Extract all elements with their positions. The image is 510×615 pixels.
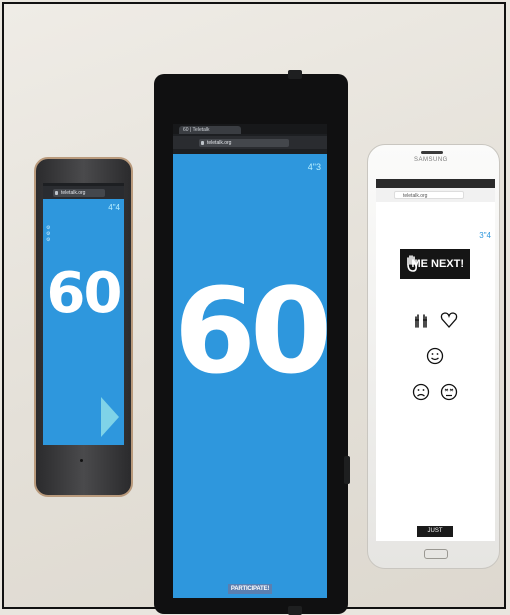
left-url-row: teletalk.org (43, 186, 124, 199)
right-url-row: teletalk.org (376, 188, 495, 202)
status-bar (376, 179, 495, 188)
tab-strip: 60 | Teletalk (173, 124, 327, 134)
right-tablet: SAMSUNG teletalk.org 3"4 ME NEXT! JUST (367, 144, 500, 569)
center-tablet: 60 | Teletalk teletalk.org 4"3 60 PARTIC… (154, 70, 350, 615)
participate-button[interactable]: PARTICIPATE! (228, 584, 272, 594)
right-url-field[interactable]: teletalk.org (394, 191, 464, 199)
center-timer: 4"3 (307, 162, 321, 172)
lock-icon (55, 191, 58, 195)
center-browser-bar: 60 | Teletalk teletalk.org (173, 124, 327, 154)
speaker-grill (421, 151, 443, 154)
clap-icon[interactable] (412, 311, 430, 329)
photo-frame: teletalk.org 4"4 ⚙⚙⚙ 60 60 | Teletalk (2, 2, 506, 615)
left-url-field[interactable]: teletalk.org (53, 189, 105, 197)
case-clip (344, 456, 350, 484)
center-count: 60 (173, 262, 327, 400)
right-timer: 3"4 (479, 231, 491, 240)
dizzy-icon[interactable] (440, 383, 458, 401)
smile-icon[interactable] (426, 347, 444, 365)
sad-icon[interactable] (412, 383, 430, 401)
center-url-field[interactable]: teletalk.org (199, 139, 289, 147)
center-tablet-screen: 60 | Teletalk teletalk.org 4"3 60 PARTIC… (173, 124, 327, 598)
left-timer: 4"4 (108, 203, 120, 212)
left-phone-screen: teletalk.org 4"4 ⚙ ⚙ ⚙ 60 (43, 183, 124, 445)
left-count: 60 (46, 261, 123, 326)
left-url-text: teletalk.org (61, 190, 86, 196)
case-clip (288, 606, 302, 615)
case-clip (288, 70, 302, 79)
right-url-text: teletalk.org (403, 193, 428, 199)
center-url-text: teletalk.org (207, 140, 232, 146)
home-dot (80, 459, 83, 462)
left-phone: teletalk.org 4"4 ⚙ ⚙ ⚙ 60 (34, 157, 133, 497)
just-watch-button[interactable]: JUST WATCH (417, 526, 453, 541)
me-next-label: ME NEXT! (411, 258, 464, 270)
device-brand: SAMSUNG (414, 157, 448, 163)
center-url-row: teletalk.org (173, 136, 327, 149)
options-icon[interactable]: ⚙ ⚙ ⚙ (46, 225, 50, 243)
right-tablet-screen: teletalk.org 3"4 ME NEXT! JUST (376, 179, 495, 541)
browser-tab[interactable]: 60 | Teletalk (179, 126, 241, 134)
play-triangle-icon[interactable] (101, 397, 119, 437)
home-button (424, 549, 448, 559)
raised-hand-icon (407, 255, 417, 272)
heart-icon[interactable] (440, 311, 458, 329)
me-next-button[interactable]: ME NEXT! (400, 249, 470, 279)
left-browser-bar: teletalk.org (43, 183, 124, 199)
lock-icon (201, 141, 204, 145)
